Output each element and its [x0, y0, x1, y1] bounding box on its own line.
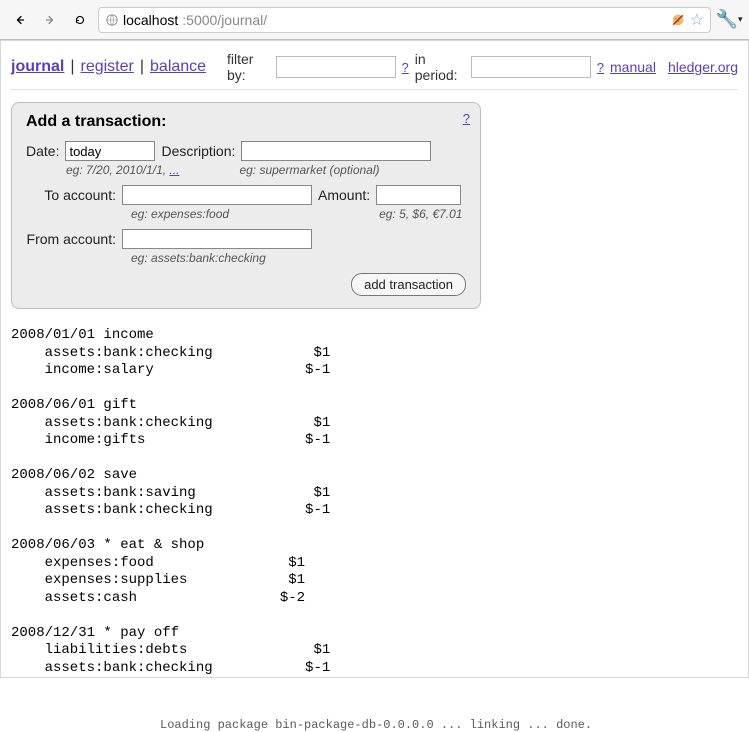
to-account-input[interactable] — [122, 185, 312, 205]
period-help-link[interactable]: ? — [597, 60, 604, 75]
globe-icon — [105, 13, 119, 27]
description-label: Description: — [161, 143, 235, 159]
reload-button[interactable] — [68, 8, 92, 32]
amount-input[interactable] — [376, 185, 461, 205]
filter-help-link[interactable]: ? — [402, 60, 409, 75]
from-account-label: From account: — [26, 231, 116, 247]
description-input[interactable] — [241, 141, 431, 161]
filter-by-input[interactable] — [276, 56, 396, 78]
to-account-hint: eg: expenses:food — [131, 207, 229, 221]
wrench-icon: 🔧 — [716, 9, 738, 30]
url-host: localhost — [123, 12, 178, 28]
right-links: manual hledger.org — [610, 59, 738, 75]
form-heading: Add a transaction: — [26, 113, 466, 131]
filter-by-label: filter by: — [227, 51, 270, 83]
nav-journal-link[interactable]: journal — [11, 58, 64, 76]
nav-sep: | — [70, 58, 74, 76]
page-content: journal | register | balance filter by: … — [0, 40, 749, 678]
browser-toolbar: localhost:5000/journal/ ☆ 🔧▾ — [0, 0, 749, 40]
date-hint: eg: 7/20, 2010/1/1, ... — [66, 163, 179, 177]
journal-output: 2008/01/01 income assets:bank:checking $… — [11, 327, 738, 677]
description-hint: eg: supermarket (optional) — [239, 163, 379, 177]
add-transaction-button[interactable]: add transaction — [351, 273, 466, 296]
forward-button[interactable] — [38, 8, 62, 32]
hledger-link[interactable]: hledger.org — [668, 59, 738, 75]
date-input[interactable] — [65, 141, 155, 161]
from-account-hint: eg: assets:bank:checking — [131, 251, 466, 265]
url-bar[interactable]: localhost:5000/journal/ ☆ — [98, 7, 711, 33]
nav-sep: | — [140, 58, 144, 76]
date-hint-more-link[interactable]: ... — [169, 163, 179, 177]
add-transaction-form: ? Add a transaction: Date: Description: … — [11, 102, 481, 309]
url-path: :5000/journal/ — [182, 12, 267, 28]
reload-icon — [74, 11, 86, 29]
cookie-block-icon[interactable] — [670, 12, 686, 28]
back-button[interactable] — [8, 8, 32, 32]
period-input[interactable] — [471, 56, 591, 78]
top-nav: journal | register | balance filter by: … — [11, 51, 738, 90]
bookmark-star-icon[interactable]: ☆ — [690, 10, 704, 30]
amount-label: Amount: — [318, 187, 370, 203]
amount-hint: eg: 5, $6, €7.01 — [379, 207, 462, 221]
manual-link[interactable]: manual — [610, 59, 656, 75]
nav-register-link[interactable]: register — [81, 58, 134, 76]
nav-balance-link[interactable]: balance — [150, 58, 206, 76]
to-account-label: To account: — [26, 187, 116, 203]
form-help-link[interactable]: ? — [463, 111, 470, 126]
date-label: Date: — [26, 143, 59, 159]
period-label: in period: — [415, 51, 465, 83]
arrow-right-icon — [44, 11, 56, 29]
settings-button[interactable]: 🔧▾ — [717, 8, 741, 32]
terminal-fragment: Loading package bin-package-db-0.0.0.0 .… — [160, 718, 749, 732]
arrow-left-icon — [14, 11, 26, 29]
from-account-input[interactable] — [122, 229, 312, 249]
